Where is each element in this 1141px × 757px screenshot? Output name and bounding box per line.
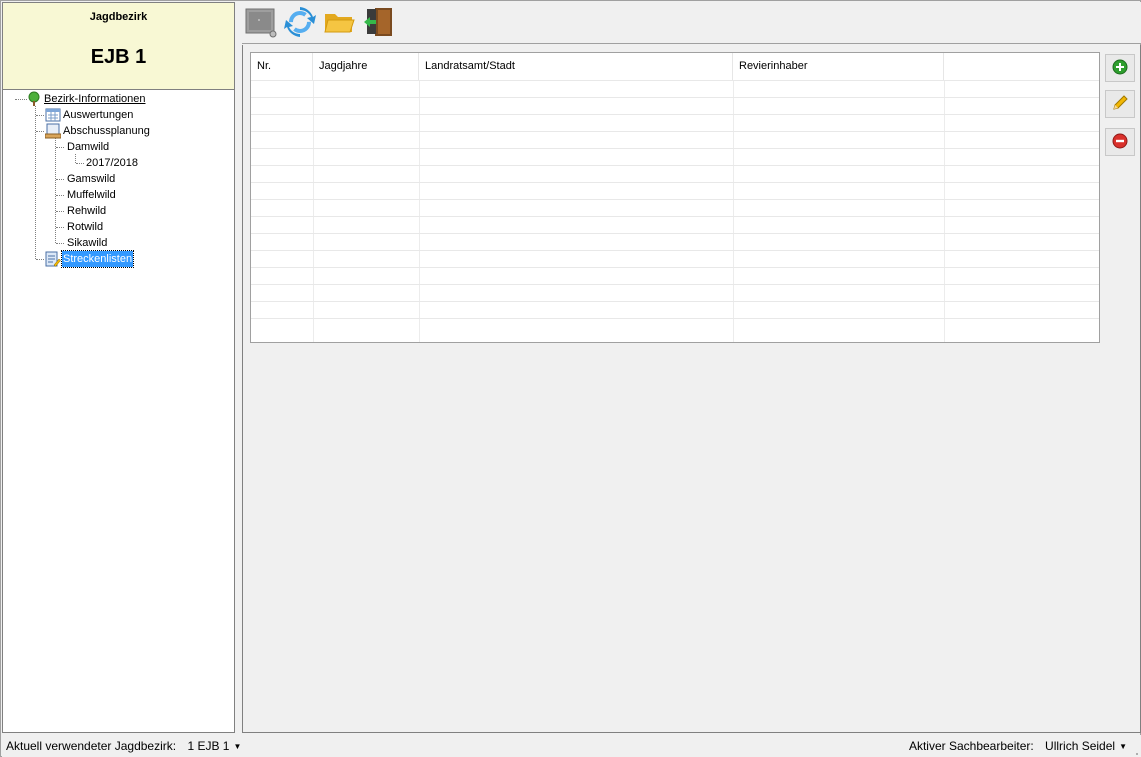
chevron-down-icon: ▼ <box>233 741 242 751</box>
table-row[interactable] <box>251 267 1099 284</box>
add-icon <box>1112 59 1128 78</box>
delete-button[interactable] <box>1105 128 1135 156</box>
exit-button[interactable] <box>361 6 395 40</box>
records-grid[interactable]: Nr. Jagdjahre Landratsamt/Stadt Revierin… <box>250 52 1100 343</box>
district-caption: Jagdbezirk <box>89 11 148 23</box>
table-row[interactable] <box>251 250 1099 267</box>
tree-line <box>36 131 44 132</box>
table-row[interactable] <box>251 182 1099 199</box>
tree-line <box>56 195 64 196</box>
tree-line <box>56 147 64 148</box>
screen-button[interactable] <box>244 6 278 40</box>
navigation-tree: Bezirk-Informationen Auswertungen Abschu… <box>3 90 234 730</box>
column-header-landratsamt[interactable]: Landratsamt/Stadt <box>419 53 733 80</box>
tree-item-abschussplanung[interactable]: Abschussplanung <box>44 123 151 139</box>
tree-item-streckenlisten[interactable]: Streckenlisten <box>45 250 135 268</box>
table-row[interactable] <box>251 318 1099 335</box>
table-row[interactable] <box>251 148 1099 165</box>
tree-line <box>56 211 64 212</box>
tree-item-muffelwild[interactable]: Muffelwild <box>66 187 117 203</box>
column-header-jagdjahre[interactable]: Jagdjahre <box>313 53 419 80</box>
tree-line <box>36 259 44 260</box>
tree-label: Sikawild <box>67 237 108 249</box>
tree-label: Rotwild <box>67 221 104 233</box>
screen-icon <box>245 6 277 41</box>
tree-label: Streckenlisten <box>60 250 135 268</box>
tree-green-icon <box>26 91 42 107</box>
table-row[interactable] <box>251 114 1099 131</box>
application-window: Jagdbezirk EJB 1 Bezirk-Informationen Au… <box>0 0 1141 757</box>
active-clerk-value: Ullrich Seidel <box>1045 739 1116 753</box>
district-panel: Jagdbezirk EJB 1 Bezirk-Informationen Au… <box>2 2 235 733</box>
table-row[interactable] <box>251 199 1099 216</box>
tree-label: 2017/2018 <box>86 157 138 169</box>
toolbar <box>242 2 1141 44</box>
table-row[interactable] <box>251 80 1099 97</box>
open-folder-icon <box>323 6 355 41</box>
grid-header: Nr. Jagdjahre Landratsamt/Stadt Revierin… <box>251 53 1099 80</box>
chevron-down-icon: ▼ <box>1119 741 1127 751</box>
resize-grip-icon[interactable] <box>1129 745 1139 755</box>
tree-item-sikawild[interactable]: Sikawild <box>66 235 108 251</box>
exit-door-icon <box>362 6 394 41</box>
open-button[interactable] <box>322 6 356 40</box>
tree-label: Abschussplanung <box>63 125 150 137</box>
tree-item-rehwild[interactable]: Rehwild <box>66 203 107 219</box>
tree-item-year[interactable]: 2017/2018 <box>85 155 139 171</box>
active-district-value: 1 EJB 1 <box>187 739 230 753</box>
tree-label: Muffelwild <box>67 189 116 201</box>
table-row[interactable] <box>251 301 1099 318</box>
tree-line <box>56 179 64 180</box>
table-row[interactable] <box>251 216 1099 233</box>
tree-item-auswertungen[interactable]: Auswertungen <box>45 107 134 123</box>
district-name: EJB 1 <box>90 46 147 68</box>
tree-line <box>56 243 64 244</box>
tree-line <box>36 115 44 116</box>
table-row[interactable] <box>251 233 1099 250</box>
tree-line <box>76 163 84 164</box>
active-clerk-status: Aktiver Sachbearbeiter: Ullrich Seidel ▼ <box>909 735 1127 757</box>
edit-pencil-icon <box>1111 94 1129 115</box>
status-bar: Aktuell verwendeter Jagdbezirk: 1 EJB 1 ▼… <box>2 735 1141 757</box>
add-button[interactable] <box>1105 54 1135 82</box>
planning-icon <box>44 123 62 139</box>
tree-item-bezirk-informationen[interactable]: Bezirk-Informationen <box>26 91 147 107</box>
table-row[interactable] <box>251 97 1099 114</box>
tree-item-rotwild[interactable]: Rotwild <box>66 219 104 235</box>
table-row[interactable] <box>251 131 1099 148</box>
district-header: Jagdbezirk EJB 1 <box>3 3 234 90</box>
active-clerk-label: Aktiver Sachbearbeiter: <box>908 739 1034 753</box>
table-row[interactable] <box>251 165 1099 182</box>
table-row[interactable] <box>251 284 1099 301</box>
tree-label: Auswertungen <box>63 109 134 121</box>
column-header-revierinhaber[interactable]: Revierinhaber <box>733 53 944 80</box>
tree-line <box>35 106 36 259</box>
tree-label: Damwild <box>67 141 110 153</box>
main-content: Nr. Jagdjahre Landratsamt/Stadt Revierin… <box>242 45 1141 733</box>
refresh-icon <box>284 6 316 41</box>
delete-icon <box>1112 133 1128 152</box>
active-district-status: Aktuell verwendeter Jagdbezirk: 1 EJB 1 ▼ <box>6 735 241 757</box>
column-header-nr[interactable]: Nr. <box>251 53 313 80</box>
active-district-dropdown[interactable]: 1 EJB 1 ▼ <box>187 739 241 753</box>
tree-line <box>56 227 64 228</box>
list-edit-icon <box>45 251 61 267</box>
tree-label: Bezirk-Informationen <box>44 93 146 105</box>
tree-line <box>75 154 76 163</box>
tree-label: Rehwild <box>67 205 107 217</box>
tree-label: Gamswild <box>67 173 116 185</box>
active-clerk-dropdown[interactable]: Ullrich Seidel ▼ <box>1045 739 1127 753</box>
active-district-label: Aktuell verwendeter Jagdbezirk: <box>6 739 177 753</box>
tree-item-gamswild[interactable]: Gamswild <box>66 171 116 187</box>
column-header-blank <box>944 53 1099 80</box>
edit-button[interactable] <box>1105 90 1135 118</box>
report-icon <box>45 107 61 123</box>
tree-item-damwild[interactable]: Damwild <box>66 139 110 155</box>
refresh-button[interactable] <box>283 6 317 40</box>
